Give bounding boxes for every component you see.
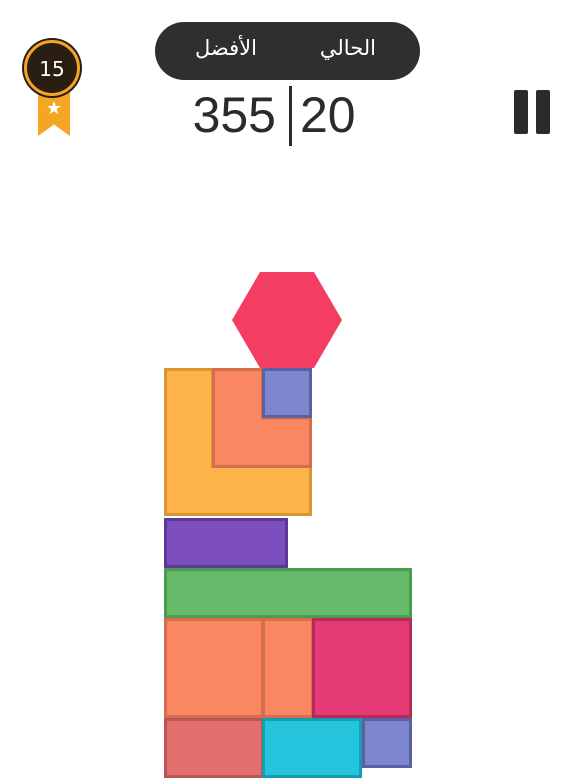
purple-bar-block[interactable]: [164, 518, 288, 568]
best-score-label: الأفضل: [195, 36, 257, 60]
magenta-square-block[interactable]: [312, 618, 412, 718]
score-header: الأفضل الحالي: [155, 22, 420, 80]
current-score-value: 20: [300, 87, 356, 143]
salmon-tall-block[interactable]: [262, 618, 314, 718]
pause-icon: [514, 90, 528, 134]
level-number: 15: [39, 57, 65, 81]
star-icon: ★: [45, 98, 63, 119]
indigo-bottom-block[interactable]: [362, 718, 412, 768]
score-values: 355 20: [150, 86, 426, 146]
best-score-value: 355: [192, 87, 276, 143]
hexagon-block[interactable]: [232, 272, 342, 368]
pause-button[interactable]: [514, 90, 552, 134]
pause-icon-bar: [536, 90, 550, 134]
cyan-block[interactable]: [262, 718, 362, 778]
level-medal: 15: [24, 40, 80, 96]
rose-block[interactable]: [164, 718, 264, 778]
score-divider: [289, 86, 292, 146]
level-badge[interactable]: ★ 15: [24, 40, 84, 136]
salmon-large-block[interactable]: [164, 618, 264, 718]
green-bar-block[interactable]: [164, 568, 412, 618]
indigo-square-block[interactable]: [262, 368, 312, 418]
current-score-label: الحالي: [319, 36, 376, 60]
